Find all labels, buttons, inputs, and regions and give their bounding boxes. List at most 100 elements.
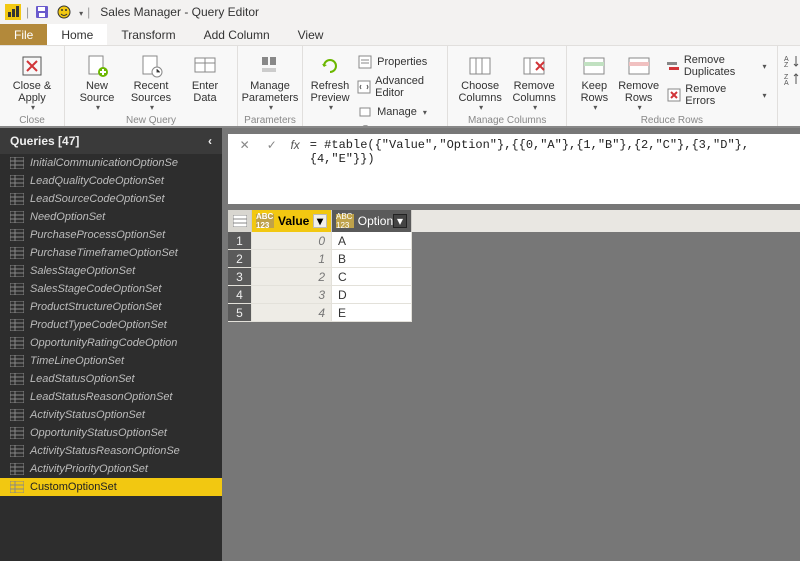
query-item-label: CustomOptionSet [30,481,117,493]
query-item[interactable]: NeedOptionSet [0,208,222,226]
cell-value[interactable]: 2 [252,268,332,286]
query-item[interactable]: SalesStageOptionSet [0,262,222,280]
tab-file[interactable]: File [0,24,47,45]
formula-text[interactable]: = #table({"Value","Option"},{{0,"A"},{1,… [310,138,792,166]
new-source-icon [81,52,113,80]
query-item[interactable]: ActivityStatusOptionSet [0,406,222,424]
table-row[interactable]: 21B [228,250,800,268]
query-item[interactable]: OpportunityStatusOptionSet [0,424,222,442]
sort-desc-icon[interactable]: ZA [784,72,800,89]
ribbon-group-manage-columns: Choose Columns Remove Columns Manage Col… [448,46,567,126]
query-item[interactable]: LeadSourceCodeOptionSet [0,190,222,208]
column-dropdown-icon[interactable]: ▾ [393,214,407,228]
smiley-icon[interactable] [55,3,73,21]
close-apply-button[interactable]: Close & Apply [6,48,58,113]
query-item[interactable]: PurchaseTimeframeOptionSet [0,244,222,262]
query-item-label: PurchaseTimeframeOptionSet [30,247,178,259]
manage-parameters-label: Manage Parameters [242,80,299,104]
remove-duplicates-button[interactable]: Remove Duplicates [662,52,771,80]
query-item[interactable]: OpportunityRatingCodeOption [0,334,222,352]
tab-add-column[interactable]: Add Column [190,24,284,45]
query-item[interactable]: InitialCommunicationOptionSe [0,154,222,172]
cell-option[interactable]: D [332,286,412,304]
properties-label: Properties [377,56,427,68]
query-item-label: NeedOptionSet [30,211,105,223]
refresh-preview-button[interactable]: Refresh Preview [309,48,351,113]
remove-rows-button[interactable]: Remove Rows [618,48,660,113]
remove-duplicates-label: Remove Duplicates [684,54,757,78]
table-icon [10,337,24,349]
remove-columns-label: Remove Columns [508,80,560,104]
cell-value[interactable]: 4 [252,304,332,322]
row-number: 5 [228,304,252,322]
remove-errors-icon [666,87,681,103]
cell-option[interactable]: E [332,304,412,322]
tab-view[interactable]: View [284,24,338,45]
manage-icon [357,104,373,120]
enter-data-button[interactable]: Enter Data [179,48,231,104]
row-number: 4 [228,286,252,304]
query-item[interactable]: LeadStatusOptionSet [0,370,222,388]
table-icon [10,301,24,313]
query-item[interactable]: LeadStatusReasonOptionSet [0,388,222,406]
choose-columns-button[interactable]: Choose Columns [454,48,506,113]
column-header-option[interactable]: ABC 123 Option ▾ [332,210,412,232]
tab-transform[interactable]: Transform [107,24,189,45]
column-dropdown-icon[interactable]: ▾ [313,214,327,228]
query-item-label: ProductTypeCodeOptionSet [30,319,167,331]
query-item[interactable]: ActivityPriorityOptionSet [0,460,222,478]
cancel-icon[interactable]: ✕ [236,138,253,152]
manage-parameters-icon [254,52,286,80]
query-item[interactable]: PurchaseProcessOptionSet [0,226,222,244]
column-header-option-label: Option [358,214,393,228]
query-item[interactable]: LeadQualityCodeOptionSet [0,172,222,190]
save-icon[interactable] [33,3,51,21]
choose-columns-label: Choose Columns [454,80,506,104]
query-item[interactable]: ProductTypeCodeOptionSet [0,316,222,334]
query-item[interactable]: ActivityStatusReasonOptionSe [0,442,222,460]
properties-button[interactable]: Properties [353,52,441,72]
keep-rows-button[interactable]: Keep Rows [573,48,615,113]
query-item[interactable]: TimeLineOptionSet [0,352,222,370]
ribbon: Close & Apply Close New Source Recent So… [0,46,800,128]
remove-columns-button[interactable]: Remove Columns [508,48,560,113]
collapse-icon[interactable]: ‹ [208,134,212,148]
cell-value[interactable]: 1 [252,250,332,268]
datatype-icon[interactable]: ABC 123 [336,214,354,228]
cell-option[interactable]: C [332,268,412,286]
table-icon [10,355,24,367]
query-item[interactable]: SalesStageCodeOptionSet [0,280,222,298]
query-item-label: LeadStatusOptionSet [30,373,135,385]
tab-home[interactable]: Home [47,24,107,45]
table-row[interactable]: 43D [228,286,800,304]
cell-option[interactable]: A [332,232,412,250]
cell-value[interactable]: 3 [252,286,332,304]
column-header-value[interactable]: ABC 123 Value ▾ [252,210,332,232]
manage-label: Manage [377,106,417,118]
table-menu-icon[interactable] [228,210,252,232]
queries-header[interactable]: Queries [47] ‹ [0,128,222,154]
remove-errors-button[interactable]: Remove Errors [662,81,771,109]
table-row[interactable]: 32C [228,268,800,286]
confirm-icon[interactable]: ✓ [263,138,280,152]
advanced-editor-button[interactable]: Advanced Editor [353,73,441,101]
manage-parameters-button[interactable]: Manage Parameters [244,48,296,113]
cell-value[interactable]: 0 [252,232,332,250]
sort-asc-icon[interactable]: AZ [784,54,800,71]
table-row[interactable]: 10A [228,232,800,250]
manage-button[interactable]: Manage [353,102,441,122]
ribbon-group-new-query: New Source Recent Sources Enter Data New… [65,46,238,126]
close-apply-label: Close & Apply [6,80,58,104]
qa-dropdown-icon[interactable] [77,5,83,19]
new-source-button[interactable]: New Source [71,48,123,113]
recent-sources-button[interactable]: Recent Sources [125,48,177,113]
query-item-label: SalesStageOptionSet [30,265,135,277]
datatype-icon[interactable]: ABC 123 [256,214,274,228]
query-item[interactable]: CustomOptionSet [0,478,222,496]
menu-bar: File Home Transform Add Column View [0,24,800,46]
query-item-label: LeadQualityCodeOptionSet [30,175,164,187]
table-row[interactable]: 54E [228,304,800,322]
query-item[interactable]: ProductStructureOptionSet [0,298,222,316]
table-icon [10,283,24,295]
cell-option[interactable]: B [332,250,412,268]
